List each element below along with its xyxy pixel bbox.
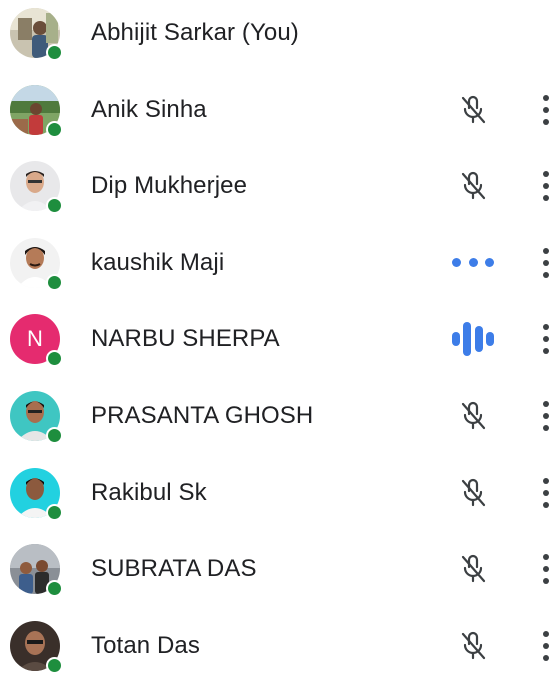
more-vert-icon[interactable] bbox=[538, 168, 554, 204]
audio-level-icon bbox=[452, 319, 494, 359]
participant-name: NARBU SHERPA bbox=[91, 325, 280, 353]
avatar bbox=[10, 237, 63, 291]
participant-row[interactable]: kaushik Maji bbox=[0, 225, 554, 302]
online-status-dot bbox=[46, 44, 63, 61]
participants-list: Abhijit Sarkar (You) Anik Sinha Dip Mukh… bbox=[0, 0, 554, 684]
more-vert-icon[interactable] bbox=[538, 475, 554, 511]
avatar bbox=[10, 467, 63, 521]
avatar bbox=[10, 8, 63, 61]
mic-off-icon bbox=[461, 555, 486, 583]
online-status-dot bbox=[46, 350, 63, 368]
participant-row[interactable]: Anik Sinha bbox=[0, 72, 554, 149]
participant-name: SUBRATA DAS bbox=[91, 555, 257, 583]
participant-name: Rakibul Sk bbox=[91, 478, 207, 506]
participant-row[interactable]: Dip Mukherjee bbox=[0, 148, 554, 225]
participant-row[interactable]: SUBRATA DAS bbox=[0, 531, 554, 608]
more-vert-icon[interactable] bbox=[538, 551, 554, 587]
avatar bbox=[10, 84, 63, 138]
online-status-dot bbox=[46, 580, 63, 598]
participant-row[interactable]: Totan Das bbox=[0, 608, 554, 684]
more-vert-icon[interactable] bbox=[538, 245, 554, 281]
more-vert-icon[interactable] bbox=[538, 398, 554, 434]
participant-name: kaushik Maji bbox=[91, 248, 225, 276]
mic-off-icon bbox=[461, 478, 486, 506]
online-status-dot bbox=[46, 120, 63, 138]
mic-off-icon bbox=[461, 95, 486, 123]
avatar bbox=[10, 390, 63, 444]
participant-row[interactable]: Abhijit Sarkar (You) bbox=[0, 0, 554, 72]
avatar: N bbox=[10, 314, 63, 368]
participant-row[interactable]: Rakibul Sk bbox=[0, 455, 554, 532]
avatar bbox=[10, 161, 63, 215]
avatar bbox=[10, 544, 63, 598]
online-status-dot bbox=[46, 426, 63, 444]
participant-name: PRASANTA GHOSH bbox=[91, 401, 314, 429]
participant-name: Abhijit Sarkar (You) bbox=[91, 19, 299, 46]
mic-off-icon bbox=[461, 631, 486, 659]
mic-off-icon bbox=[461, 401, 486, 430]
online-status-dot bbox=[46, 273, 63, 291]
online-status-dot bbox=[46, 656, 63, 674]
participant-name: Anik Sinha bbox=[91, 95, 207, 123]
online-status-dot bbox=[46, 503, 63, 521]
audio-level-icon bbox=[452, 255, 494, 271]
mic-off-icon bbox=[461, 172, 486, 200]
more-vert-icon[interactable] bbox=[538, 628, 554, 664]
avatar bbox=[10, 620, 63, 674]
more-vert-icon[interactable] bbox=[538, 92, 554, 128]
participant-row[interactable]: PRASANTA GHOSH bbox=[0, 378, 554, 455]
online-status-dot bbox=[46, 197, 63, 215]
participant-name: Dip Mukherjee bbox=[91, 172, 248, 200]
more-vert-icon[interactable] bbox=[538, 321, 554, 357]
participant-row[interactable]: N NARBU SHERPA bbox=[0, 301, 554, 378]
participant-name: Totan Das bbox=[91, 631, 200, 659]
